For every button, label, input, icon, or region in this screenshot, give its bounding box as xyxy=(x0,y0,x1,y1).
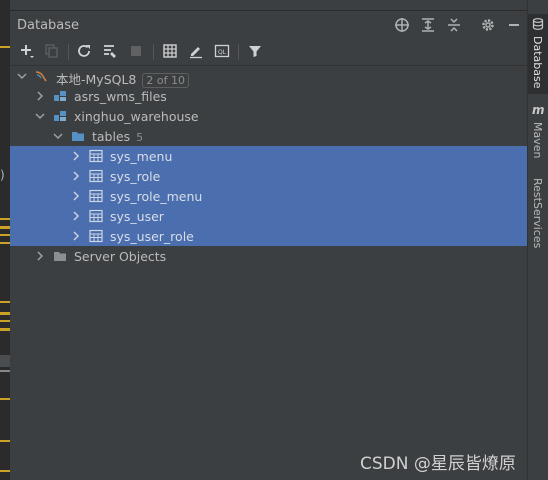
gutter-marker xyxy=(0,320,10,322)
table-icon xyxy=(89,229,103,243)
table-label: sys_user xyxy=(110,209,164,224)
gutter-marker xyxy=(0,470,10,472)
table-label: sys_menu xyxy=(110,149,173,164)
tool-window-title: Database xyxy=(17,18,80,33)
tree-node-table[interactable]: sys_role xyxy=(10,166,527,186)
tables-count: 5 xyxy=(136,131,144,144)
edit-icon[interactable] xyxy=(186,41,206,61)
crosshair-icon[interactable] xyxy=(392,15,412,35)
folder-icon xyxy=(72,132,84,141)
table-icon xyxy=(89,149,103,163)
gutter-marker xyxy=(0,218,10,220)
stop-icon[interactable] xyxy=(126,41,146,61)
gutter-marker xyxy=(0,226,10,229)
tree-node-table[interactable]: sys_menu xyxy=(10,146,527,166)
gutter-paren: ) xyxy=(0,168,5,182)
table-icon xyxy=(89,189,103,203)
chevron-right-icon[interactable] xyxy=(70,150,82,162)
database-tool-window: Database QL 本地-MySQL8 2 of 10 asrs_wms_f… xyxy=(10,0,527,480)
tab-database-label: Database xyxy=(531,36,544,89)
db-label: asrs_wms_files xyxy=(74,89,167,104)
db-label: xinghuo_warehouse xyxy=(74,109,199,124)
sql-console-icon[interactable]: QL xyxy=(212,41,232,61)
gutter-marker xyxy=(0,242,10,244)
gutter-marker xyxy=(0,312,10,315)
gutter-marker xyxy=(0,440,10,442)
chevron-right-icon[interactable] xyxy=(34,90,46,102)
chevron-right-icon[interactable] xyxy=(70,230,82,242)
gutter-marker xyxy=(0,301,10,303)
table-label: sys_role_menu xyxy=(110,189,203,204)
mysql-icon xyxy=(35,71,47,82)
toolbar-separator xyxy=(238,44,239,60)
right-tool-strip: Database m Maven RestServices xyxy=(527,0,548,480)
table-label: sys_user_role xyxy=(110,229,194,244)
schema-icon xyxy=(54,91,66,101)
tree-node-table[interactable]: sys_user_role xyxy=(10,226,527,246)
chevron-down-icon[interactable] xyxy=(34,110,46,122)
gear-icon[interactable] xyxy=(478,15,498,35)
toolbar-separator xyxy=(68,44,69,60)
database-icon xyxy=(532,18,544,30)
tree-node-tables[interactable]: tables 5 xyxy=(10,126,527,146)
chevron-right-icon[interactable] xyxy=(34,250,46,262)
chevron-down-icon[interactable] xyxy=(52,130,64,142)
tab-maven-label: Maven xyxy=(531,122,544,159)
filter-icon[interactable] xyxy=(245,41,265,61)
table-label: sys_role xyxy=(110,169,161,184)
schema-icon xyxy=(54,111,66,121)
collapse-all-icon[interactable] xyxy=(444,15,464,35)
server-objects-label: Server Objects xyxy=(74,249,167,264)
gutter-marker xyxy=(0,46,10,48)
watermark: CSDN @星辰皆燎原 xyxy=(360,454,516,474)
datasource-label: 本地-MySQL8 xyxy=(56,72,137,87)
chevron-right-icon[interactable] xyxy=(70,170,82,182)
table-icon xyxy=(89,169,103,183)
gutter-block xyxy=(0,355,10,367)
tab-maven[interactable]: m Maven xyxy=(528,102,548,164)
gutter-marker xyxy=(0,370,10,372)
expand-all-icon[interactable] xyxy=(418,15,438,35)
chevron-right-icon[interactable] xyxy=(70,190,82,202)
tree-node-datasource[interactable]: 本地-MySQL8 2 of 10 xyxy=(10,66,527,88)
tab-restservices[interactable]: RestServices xyxy=(528,176,548,248)
toolbar-separator xyxy=(153,44,154,60)
tab-restservices-label: RestServices xyxy=(531,178,544,249)
tree-node-server-objects[interactable]: Server Objects xyxy=(10,246,527,266)
add-icon[interactable] xyxy=(17,41,37,61)
gutter-marker xyxy=(0,328,10,331)
tree-node-db-asrs[interactable]: asrs_wms_files xyxy=(10,86,527,106)
tree-node-table[interactable]: sys_role_menu xyxy=(10,186,527,206)
chevron-right-icon[interactable] xyxy=(70,210,82,222)
table-icon xyxy=(89,209,103,223)
tree-node-table[interactable]: sys_user xyxy=(10,206,527,226)
gutter-marker xyxy=(0,234,10,236)
tables-label: tables xyxy=(92,129,131,144)
database-toolbar: QL xyxy=(10,38,527,66)
schema-sync-icon[interactable] xyxy=(100,41,120,61)
tab-database[interactable]: Database xyxy=(528,14,548,94)
folder-icon xyxy=(54,252,66,261)
table-icon[interactable] xyxy=(160,41,180,61)
refresh-icon[interactable] xyxy=(74,41,94,61)
editor-gutter-strip: ) xyxy=(0,0,10,480)
gutter-marker xyxy=(0,398,10,400)
tree-node-db-xinghuo[interactable]: xinghuo_warehouse xyxy=(10,106,527,126)
chevron-down-icon[interactable] xyxy=(16,70,28,82)
copy-icon[interactable] xyxy=(42,41,62,61)
svg-text:QL: QL xyxy=(218,49,227,56)
minimize-icon[interactable] xyxy=(504,15,524,35)
maven-icon: m xyxy=(532,103,545,117)
tool-window-header: Database xyxy=(10,10,527,39)
